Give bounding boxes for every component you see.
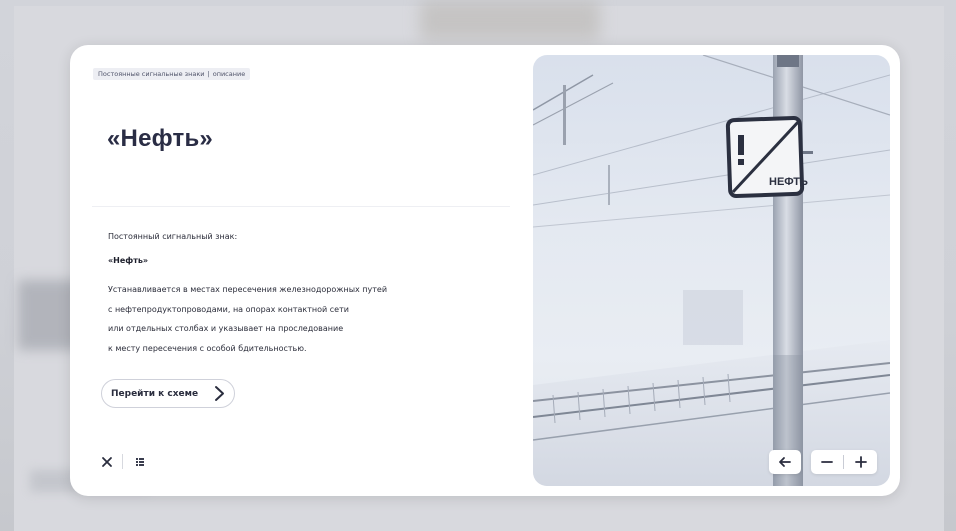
sign-text: НЕФТЬ: [769, 176, 808, 188]
grid-icon[interactable]: [134, 456, 146, 468]
zoom-in-button[interactable]: [845, 450, 877, 474]
description-label: Постоянный сигнальный знак:: [108, 232, 238, 241]
description-line: или отдельных столбах и указывает на про…: [108, 324, 344, 333]
minus-icon: [821, 461, 833, 463]
description-line: к месту пересечения с особой бдительност…: [108, 343, 307, 353]
go-to-scheme-label: Перейти к схеме: [111, 388, 199, 399]
railway-illustration: НЕФТЬ: [533, 55, 890, 486]
breadcrumb-page: описание: [212, 70, 246, 78]
page-title: «Нефть»: [107, 125, 213, 152]
sign-modal: Постоянные сигнальные знаки | описание «Не…: [70, 45, 900, 496]
close-icon[interactable]: [100, 455, 114, 469]
breadcrumb-section[interactable]: Постоянные сигнальные знаки: [98, 70, 205, 78]
chevron-right-icon: [215, 386, 224, 401]
arrow-left-icon: [779, 457, 791, 467]
breadcrumb: Постоянные сигнальные знаки | описание: [93, 68, 251, 80]
go-to-scheme-button[interactable]: Перейти к схеме: [101, 379, 235, 408]
zoom-out-button[interactable]: [811, 450, 843, 474]
controls-divider: [122, 454, 123, 469]
oil-sign: НЕФТЬ: [725, 115, 808, 199]
zoom-divider: [843, 455, 844, 469]
sign-photo: НЕФТЬ: [533, 55, 890, 486]
description-line: Устанавливается в местах пересечения жел…: [108, 285, 388, 294]
back-button[interactable]: [769, 450, 801, 474]
description-line: с нефтепродуктопроводами, на опорах конт…: [108, 304, 349, 314]
zoom-controls: [811, 450, 877, 474]
description-text: Устанавливается в местах пересечения жел…: [108, 280, 508, 358]
sign-name: «Нефть»: [108, 256, 149, 265]
divider: [92, 206, 510, 207]
breadcrumb-separator: |: [207, 70, 210, 78]
background-blur-block: [420, 0, 600, 40]
plus-icon: [855, 456, 867, 468]
